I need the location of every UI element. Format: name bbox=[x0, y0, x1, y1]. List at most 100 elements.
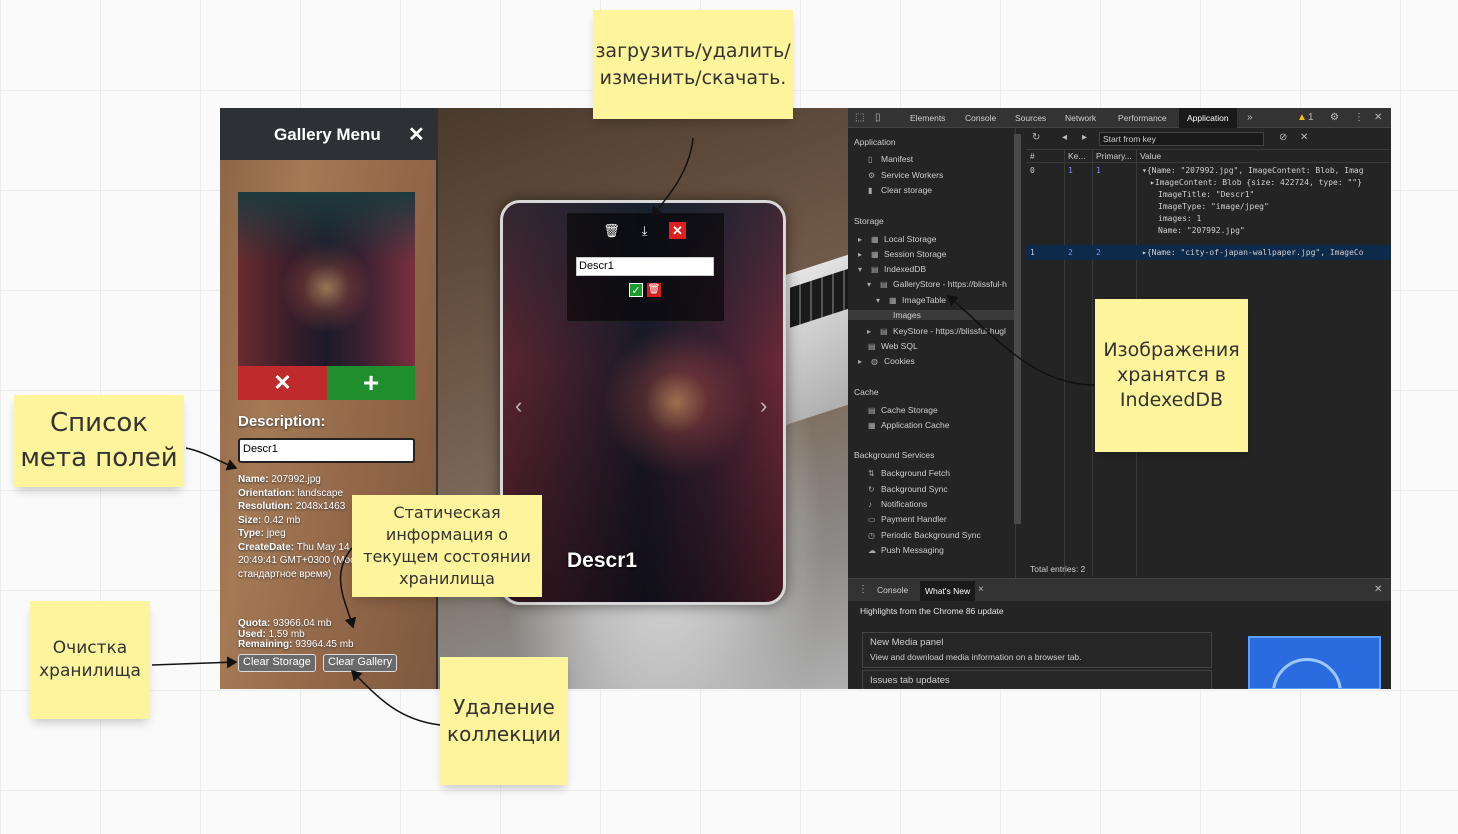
delete-image-button[interactable]: ✕ bbox=[238, 366, 327, 400]
table-header: # Ke... Primary... Value bbox=[1026, 150, 1391, 163]
row-value-line[interactable]: ▸ImageContent: Blob {size: 422724, type:… bbox=[1150, 178, 1362, 187]
more-tabs-icon[interactable]: » bbox=[1247, 112, 1253, 123]
table-row[interactable]: 1 2 2 ▸{Name: "city-of-japan-wallpaper.j… bbox=[1026, 245, 1391, 260]
refresh-icon[interactable]: ↻ bbox=[1032, 132, 1040, 143]
cloud-icon: ☁ bbox=[868, 546, 876, 555]
sidebar-item-notifications[interactable]: ♪ Notifications bbox=[868, 499, 927, 509]
meta-createdate-label: CreateDate: bbox=[238, 541, 295, 553]
section-background-services: Background Services bbox=[854, 450, 935, 460]
expand-arrow-icon: ▸ bbox=[858, 250, 863, 259]
delete-selected-icon[interactable]: ✕ bbox=[1300, 132, 1308, 143]
clear-object-store-icon[interactable]: ⊘ bbox=[1279, 132, 1287, 143]
sidebar-item-clear-storage[interactable]: ▮ Clear storage bbox=[868, 185, 932, 195]
database-icon: ▤ bbox=[880, 327, 888, 336]
sidebar-header: Gallery Menu ✕ bbox=[220, 108, 436, 160]
sidebar-item-payment-handler[interactable]: ▭ Payment Handler bbox=[868, 514, 947, 524]
meta-type-label: Type: bbox=[238, 528, 264, 539]
devtools-tabbar: ⬚ ▯ Elements Console Sources Network Per… bbox=[848, 108, 1391, 128]
gallery-sidebar: Gallery Menu ✕ ✕ + Description: Descr1 N… bbox=[220, 108, 438, 689]
sidebar-item-session-storage[interactable]: ▸ ▦ Session Storage bbox=[858, 249, 946, 259]
forward-arrow-icon[interactable]: ▸ bbox=[1082, 132, 1087, 143]
news-card[interactable]: Issues tab updates bbox=[862, 670, 1212, 689]
tab-sources[interactable]: Sources bbox=[1015, 113, 1046, 123]
sidebar-item-keystore[interactable]: ▸ ▤ KeyStore - https://blissful-hugl bbox=[867, 326, 1006, 336]
tab-console[interactable]: Console bbox=[965, 113, 996, 123]
sidebar-title: Gallery Menu bbox=[274, 125, 381, 144]
prev-arrow-icon[interactable]: ‹ bbox=[515, 393, 522, 419]
drawer-menu-icon[interactable]: ⋮ bbox=[858, 584, 868, 595]
sidebar-item-periodic-background-sync[interactable]: ◷ Periodic Background Sync bbox=[868, 530, 981, 540]
news-card[interactable]: New Media panel View and download media … bbox=[862, 632, 1212, 668]
description-label: Description: bbox=[238, 413, 326, 430]
gear-icon[interactable]: ⚙ bbox=[1330, 112, 1339, 123]
application-sidebar: Application ▯ Manifest ⚙ Service Workers ▮… bbox=[848, 128, 1016, 578]
start-key-input[interactable]: Start from key bbox=[1099, 132, 1264, 146]
warning-icon[interactable]: ▲ bbox=[1297, 112, 1307, 123]
sidebar-item-background-fetch[interactable]: ⇅ Background Fetch bbox=[868, 468, 950, 478]
image-caption: Descr1 bbox=[567, 549, 638, 572]
news-illustration bbox=[1248, 636, 1381, 689]
sidebar-item-cache-storage[interactable]: ▤ Cache Storage bbox=[868, 405, 938, 415]
close-icon[interactable]: ✕ bbox=[408, 122, 425, 147]
tab-elements[interactable]: Elements bbox=[910, 113, 945, 123]
sidebar-item-imagetable[interactable]: ▾ ▦ ImageTable bbox=[876, 295, 946, 305]
file-icon: ▯ bbox=[868, 155, 873, 164]
expand-arrow-icon: ▸ bbox=[858, 235, 863, 244]
quota-value: 93966.04 mb bbox=[273, 618, 332, 629]
cookie-icon: ◍ bbox=[871, 357, 878, 366]
sidebar-item-images[interactable]: Images bbox=[848, 310, 1014, 320]
download-icon[interactable]: ⤓ bbox=[636, 222, 653, 239]
clear-gallery-button[interactable]: Clear Gallery bbox=[323, 654, 398, 672]
sidebar-item-web-sql[interactable]: ▤ Web SQL bbox=[868, 341, 918, 351]
drawer-tab-whats-new[interactable]: What's New bbox=[920, 581, 976, 601]
edit-description-input[interactable]: Descr1 bbox=[576, 257, 714, 276]
sidebar-item-indexeddb[interactable]: ▾ ▤ IndexedDB bbox=[858, 264, 926, 274]
clear-storage-button[interactable]: Clear Storage bbox=[238, 654, 316, 672]
clock-icon: ◷ bbox=[868, 531, 875, 540]
sidebar-item-manifest[interactable]: ▯ Manifest bbox=[868, 154, 913, 164]
sidebar-item-application-cache[interactable]: ▦ Application Cache bbox=[868, 420, 950, 430]
tab-application[interactable]: Application bbox=[1179, 108, 1237, 128]
close-icon[interactable]: ✕ bbox=[669, 222, 686, 239]
inspect-icon[interactable]: ⬚ bbox=[855, 112, 864, 123]
delete-icon[interactable]: 🗑 bbox=[647, 283, 661, 297]
used-label: Used: bbox=[238, 628, 266, 640]
sidebar-item-background-sync[interactable]: ↻ Background Sync bbox=[868, 484, 948, 494]
kebab-menu-icon[interactable]: ⋮ bbox=[1354, 112, 1364, 123]
row-value-line[interactable]: ▾{Name: "207992.jpg", ImageContent: Blob… bbox=[1142, 166, 1364, 175]
device-toolbar-icon[interactable]: ▯ bbox=[875, 112, 881, 123]
table-row[interactable]: 0 1 1 ▾{Name: "207992.jpg", ImageContent… bbox=[1026, 164, 1391, 244]
close-tab-icon[interactable]: × bbox=[978, 584, 984, 595]
description-input[interactable]: Descr1 bbox=[238, 438, 415, 463]
row-primary-key: 1 bbox=[1096, 166, 1101, 175]
sidebar-item-cookies[interactable]: ▸ ◍ Cookies bbox=[858, 356, 915, 366]
trash-icon[interactable]: 🗑 bbox=[603, 222, 620, 239]
column-primary-key[interactable]: Primary... bbox=[1096, 151, 1132, 161]
used-value: 1.59 mb bbox=[268, 628, 305, 640]
column-index[interactable]: # bbox=[1030, 151, 1035, 161]
sidebar-item-gallerystore[interactable]: ▾ ▤ GalleryStore - https://blissful-h bbox=[867, 279, 1007, 289]
tab-performance[interactable]: Performance bbox=[1118, 113, 1167, 123]
sidebar-scrollbar[interactable] bbox=[1014, 134, 1021, 524]
column-value[interactable]: Value bbox=[1140, 151, 1161, 161]
add-image-button[interactable]: + bbox=[327, 366, 415, 400]
close-drawer-icon[interactable]: ✕ bbox=[1374, 584, 1382, 595]
sidebar-item-service-workers[interactable]: ⚙ Service Workers bbox=[868, 170, 943, 180]
news-card-title: New Media panel bbox=[870, 637, 944, 648]
row-value-line[interactable]: ▸{Name: "city-of-japan-wallpaper.jpg", I… bbox=[1142, 248, 1364, 257]
meta-resolution-label: Resolution: bbox=[238, 501, 293, 512]
next-arrow-icon[interactable]: › bbox=[760, 393, 767, 419]
section-storage: Storage bbox=[854, 216, 884, 226]
column-key[interactable]: Ke... bbox=[1068, 151, 1085, 161]
drawer-tab-console[interactable]: Console bbox=[877, 585, 908, 595]
row-key: 1 bbox=[1068, 166, 1073, 175]
back-arrow-icon[interactable]: ◂ bbox=[1062, 132, 1067, 143]
sidebar-item-local-storage[interactable]: ▸ ▦ Local Storage bbox=[858, 234, 936, 244]
confirm-icon[interactable]: ✓ bbox=[629, 283, 643, 297]
sidebar-item-push-messaging[interactable]: ☁ Push Messaging bbox=[868, 545, 944, 555]
image-thumbnail[interactable] bbox=[238, 192, 415, 366]
image-viewer-frame: ‹ › Descr1 🗑 ⤓ ✕ Descr1 ✓ 🗑 bbox=[500, 200, 786, 605]
close-icon[interactable]: ✕ bbox=[1374, 112, 1382, 123]
tab-network[interactable]: Network bbox=[1065, 113, 1096, 123]
grid-icon: ▦ bbox=[871, 235, 879, 244]
